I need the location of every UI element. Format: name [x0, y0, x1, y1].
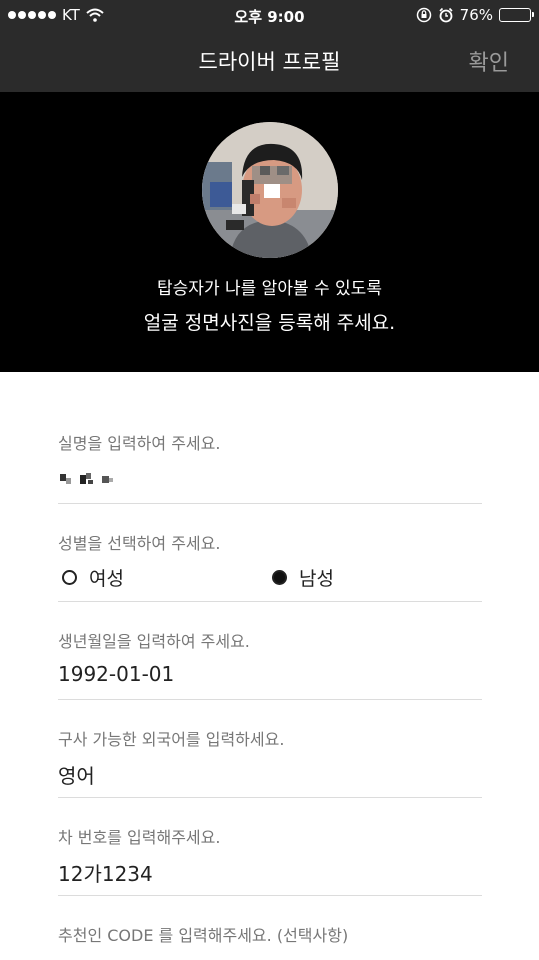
profile-photo-section: 탑승자가 나를 알아볼 수 있도록 얼굴 정면사진을 등록해 주세요.	[0, 92, 539, 372]
alarm-icon	[439, 7, 453, 23]
language-field[interactable]: 구사 가능한 외국어를 입력하세요. 영어	[58, 700, 482, 798]
language-label: 구사 가능한 외국어를 입력하세요.	[58, 730, 285, 749]
gender-option-male[interactable]: 남성	[272, 564, 334, 591]
gender-label: 성별을 선택하여 주세요.	[58, 534, 221, 553]
car-number-value[interactable]: 12가1234	[58, 858, 153, 887]
car-number-label: 차 번호를 입력해주세요.	[58, 828, 221, 847]
photo-instruction-line2: 얼굴 정면사진을 등록해 주세요.	[143, 312, 396, 334]
name-value-redacted[interactable]	[58, 468, 116, 492]
profile-form: 실명을 입력하여 주세요. 성별을 선택하여 주세요. 여성 남성 생년월일을 …	[58, 372, 482, 960]
rotation-lock-icon	[416, 7, 431, 23]
confirm-button[interactable]: 확인	[469, 45, 509, 77]
driver-photo-image	[202, 122, 338, 258]
name-label: 실명을 입력하여 주세요.	[58, 434, 221, 453]
profile-photo-avatar[interactable]	[202, 122, 338, 258]
status-bar: KT 오후 9:00 76%	[0, 0, 539, 32]
language-value[interactable]: 영어	[58, 760, 95, 789]
page-title: 드라이버 프로필	[198, 50, 341, 74]
name-field[interactable]: 실명을 입력하여 주세요.	[58, 372, 482, 504]
status-right: 76%	[416, 6, 534, 24]
birthdate-value[interactable]: 1992-01-01	[58, 662, 174, 686]
gender-field: 성별을 선택하여 주세요. 여성 남성	[58, 504, 482, 602]
birthdate-label: 생년월일을 입력하여 주세요.	[58, 632, 250, 651]
gender-option-female[interactable]: 여성	[62, 564, 124, 591]
referral-code-field[interactable]: 추천인 CODE 를 입력해주세요. (선택사항)	[58, 896, 482, 960]
battery-percent: 76%	[459, 6, 493, 24]
referral-code-label: 추천인 CODE 를 입력해주세요. (선택사항)	[58, 926, 349, 945]
battery-icon	[499, 8, 534, 22]
gender-option-female-label: 여성	[89, 568, 124, 590]
photo-instruction-line1: 탑승자가 나를 알아볼 수 있도록	[157, 279, 382, 299]
radio-female-icon	[62, 570, 77, 585]
gender-option-male-label: 남성	[299, 568, 334, 590]
birthdate-field[interactable]: 생년월일을 입력하여 주세요. 1992-01-01	[58, 602, 482, 700]
redacted-name-image	[60, 473, 113, 484]
navigation-bar: 드라이버 프로필 확인	[0, 32, 539, 92]
car-number-field[interactable]: 차 번호를 입력해주세요. 12가1234	[58, 798, 482, 896]
radio-male-selected-icon	[272, 570, 287, 585]
